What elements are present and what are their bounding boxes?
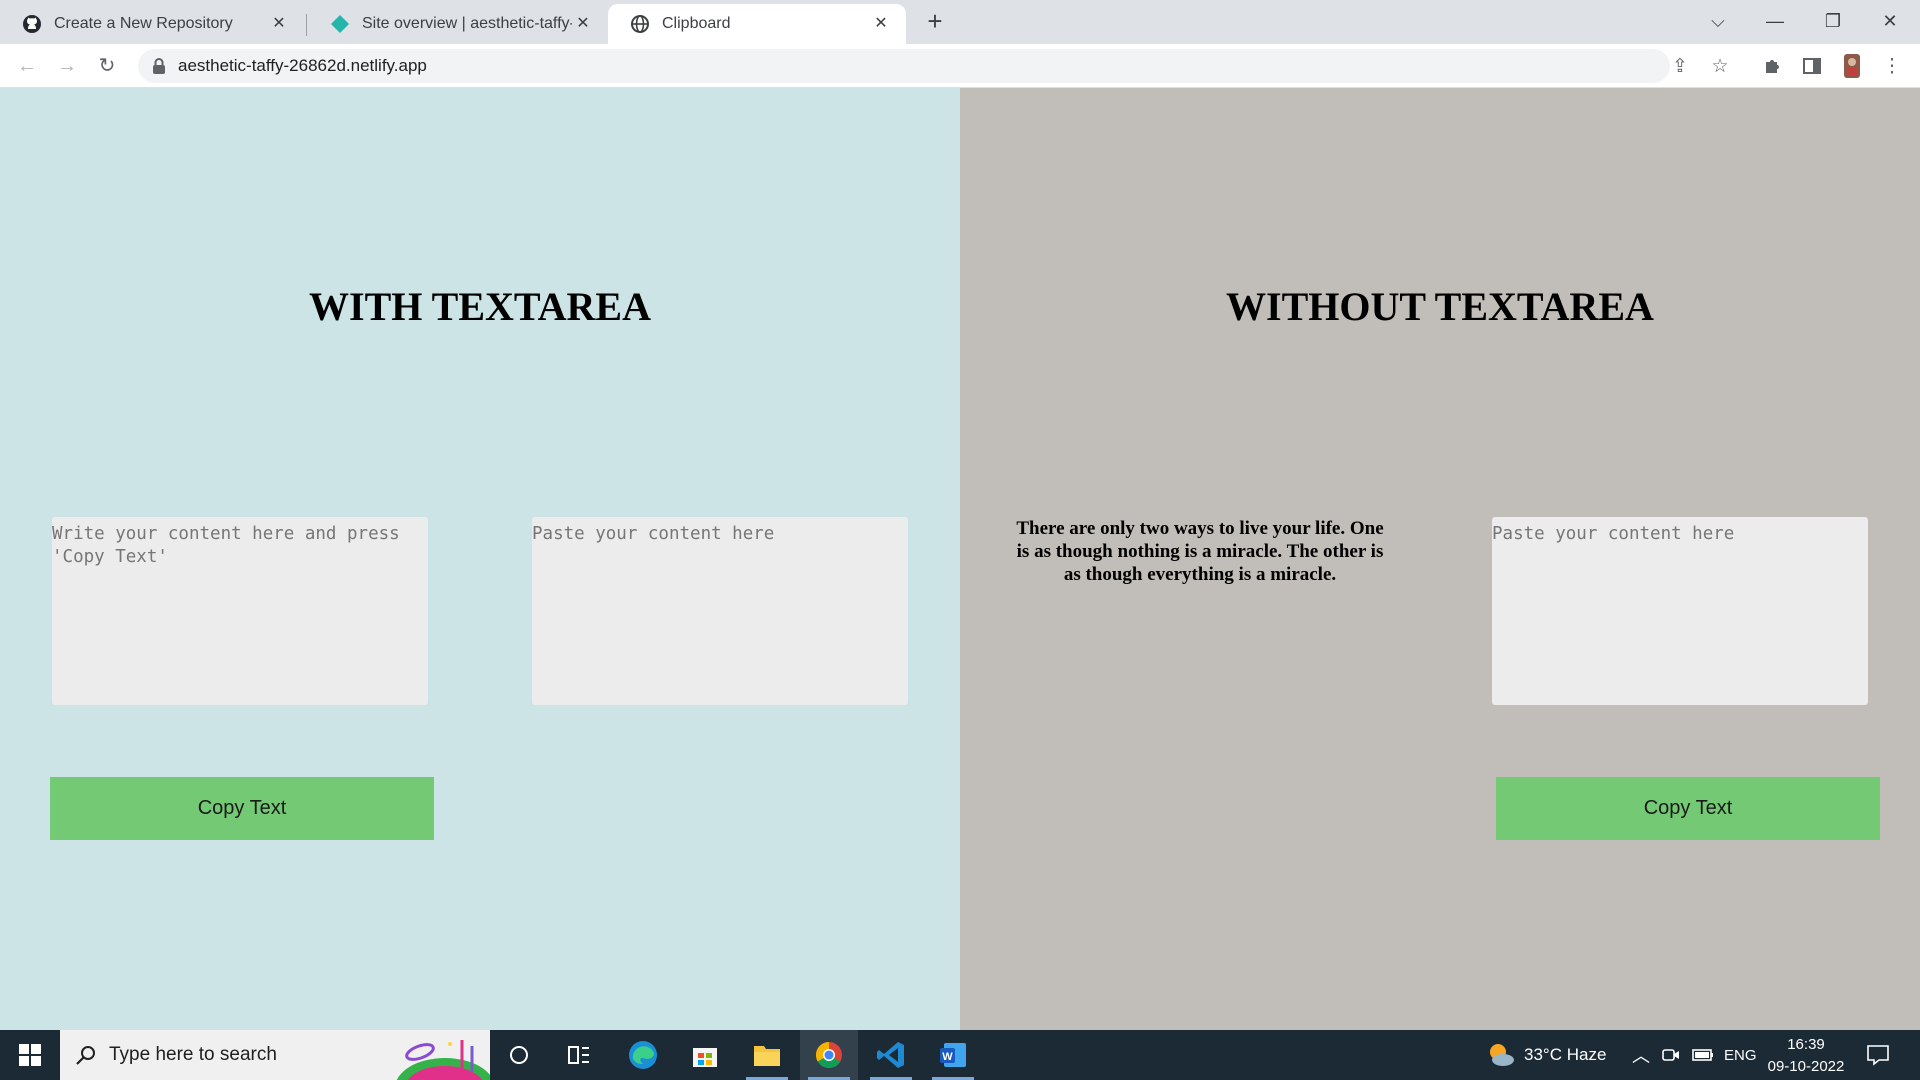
taskbar-search-box[interactable]: Type here to search bbox=[60, 1030, 490, 1080]
search-placeholder: Type here to search bbox=[109, 1044, 277, 1065]
tab-search-chevron-icon[interactable]: ⌵ bbox=[1695, 6, 1741, 36]
back-arrow-icon[interactable]: ← bbox=[13, 52, 41, 80]
close-tab-icon[interactable]: ✕ bbox=[572, 13, 594, 35]
tab-divider bbox=[306, 14, 307, 36]
more-menu-icon[interactable]: ⋮ bbox=[1880, 54, 1904, 78]
close-tab-icon[interactable]: ✕ bbox=[268, 13, 290, 35]
windows-logo-icon bbox=[19, 1044, 41, 1066]
address-bar[interactable]: aesthetic-taffy-26862d.netlify.app ⇪ ☆ bbox=[138, 49, 1729, 83]
weather-sun-cloud-icon bbox=[1490, 1044, 1514, 1066]
windows-taskbar: Type here to search W 33°C Haze ︿ ENG 16… bbox=[0, 1030, 1920, 1080]
word-icon[interactable]: W bbox=[924, 1030, 982, 1080]
search-icon bbox=[74, 1043, 98, 1072]
vscode-icon[interactable] bbox=[862, 1030, 920, 1080]
quote-text: There are only two ways to live your lif… bbox=[1016, 518, 1384, 585]
meet-now-camera-icon[interactable] bbox=[1662, 1030, 1680, 1080]
tab-github[interactable]: Create a New Repository ✕ bbox=[0, 4, 304, 44]
side-panel-icon[interactable] bbox=[1800, 54, 1824, 78]
paste-textarea-left[interactable] bbox=[532, 517, 908, 705]
svg-text:W: W bbox=[942, 1051, 953, 1063]
tab-title: Clipboard bbox=[662, 15, 731, 32]
language-indicator[interactable]: ENG bbox=[1724, 1030, 1757, 1080]
reload-icon[interactable]: ↻ bbox=[93, 52, 121, 80]
url-text: aesthetic-taffy-26862d.netlify.app bbox=[178, 56, 427, 75]
browser-toolbar: ← → ↻ aesthetic-taffy-26862d.netlify.app… bbox=[0, 44, 1920, 88]
share-icon[interactable]: ⇪ bbox=[1668, 54, 1692, 78]
new-tab-button[interactable]: + bbox=[921, 8, 949, 36]
search-highlight-art-icon bbox=[390, 1030, 490, 1080]
close-window-button[interactable]: ✕ bbox=[1867, 6, 1913, 36]
netlify-icon bbox=[330, 14, 350, 34]
tab-title: Site overview | aesthetic-taffy-26862d bbox=[362, 15, 572, 32]
weather-widget[interactable]: 33°C Haze bbox=[1486, 1030, 1606, 1080]
bookmark-star-icon[interactable]: ☆ bbox=[1708, 54, 1732, 78]
without-textarea-heading: WITHOUT TEXTAREA bbox=[1226, 284, 1654, 329]
file-explorer-icon[interactable] bbox=[738, 1030, 796, 1080]
tab-title: Create a New Repository bbox=[54, 15, 233, 32]
page-viewport: WITH TEXTAREA WITHOUT TEXTAREA Copy Text… bbox=[0, 88, 1920, 1030]
chrome-icon[interactable] bbox=[800, 1030, 858, 1080]
copy-text-button-left[interactable]: Copy Text bbox=[50, 777, 434, 840]
with-textarea-heading: WITH TEXTAREA bbox=[309, 284, 651, 329]
github-icon bbox=[22, 14, 42, 34]
minimize-button[interactable]: — bbox=[1752, 6, 1798, 36]
clock-date: 09-10-2022 bbox=[1767, 1058, 1845, 1075]
task-view-icon[interactable] bbox=[550, 1030, 608, 1080]
weather-text: 33°C Haze bbox=[1524, 1045, 1607, 1064]
paste-textarea-right[interactable] bbox=[1492, 517, 1868, 705]
cortana-icon[interactable] bbox=[490, 1030, 548, 1080]
system-clock[interactable]: 16:39 09-10-2022 bbox=[1758, 1034, 1854, 1078]
profile-avatar[interactable] bbox=[1840, 54, 1864, 78]
battery-icon[interactable] bbox=[1692, 1030, 1714, 1080]
lock-icon bbox=[152, 57, 166, 80]
microsoft-store-icon[interactable] bbox=[676, 1030, 734, 1080]
globe-icon bbox=[630, 14, 650, 34]
extensions-puzzle-icon[interactable] bbox=[1760, 54, 1784, 78]
show-hidden-icons-chevron-icon[interactable]: ︿ bbox=[1632, 1030, 1650, 1080]
restore-button[interactable]: ❐ bbox=[1810, 6, 1856, 36]
copy-text-button-right[interactable]: Copy Text bbox=[1496, 777, 1880, 840]
clock-time: 16:39 bbox=[1787, 1036, 1825, 1053]
edge-icon[interactable] bbox=[614, 1030, 672, 1080]
tab-clipboard[interactable]: Clipboard ✕ bbox=[608, 4, 906, 44]
forward-arrow-icon[interactable]: → bbox=[53, 52, 81, 80]
tab-netlify[interactable]: Site overview | aesthetic-taffy-26862d ✕ bbox=[308, 4, 608, 44]
notification-center-icon[interactable] bbox=[1866, 1030, 1890, 1080]
start-button[interactable] bbox=[0, 1030, 60, 1080]
copy-source-textarea[interactable] bbox=[52, 517, 428, 705]
close-tab-icon[interactable]: ✕ bbox=[870, 13, 892, 35]
browser-tab-strip: Create a New Repository ✕ Site overview … bbox=[0, 0, 1920, 44]
